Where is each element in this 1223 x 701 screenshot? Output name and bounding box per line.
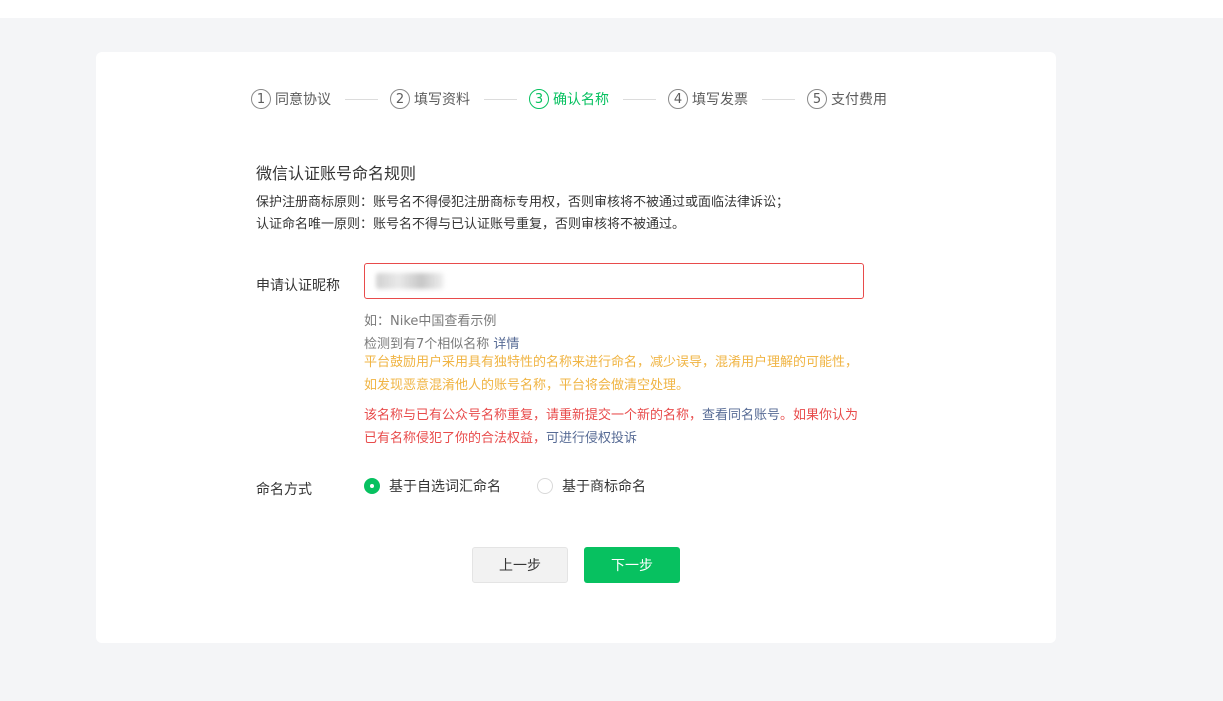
step-5-label: 支付费用 — [831, 92, 887, 108]
step-1: 1 同意协议 — [251, 89, 331, 109]
step-connector — [762, 98, 795, 100]
radio-unchecked-icon — [537, 478, 553, 494]
step-connector — [484, 98, 517, 100]
similar-details-link[interactable]: 详情 — [493, 337, 519, 352]
radio-custom-words-label: 基于自选词汇命名 — [389, 479, 501, 495]
step-connector — [345, 98, 378, 100]
main-card: 1 同意协议 2 填写资料 3 确认名称 4 填写发票 5 支付费用 微信认证账… — [96, 52, 1056, 643]
rule-unique: 认证命名唯一原则：账号名不得与已认证账号重复，否则审核将不被通过。 — [256, 217, 686, 232]
radio-checked-icon — [364, 478, 380, 494]
step-4-label: 填写发票 — [692, 92, 748, 108]
infringement-complaint-link[interactable]: 可进行侵权投诉 — [546, 431, 637, 446]
duplicate-error-text-tail: 。如果你认为 — [780, 408, 859, 423]
step-4-number: 4 — [668, 89, 688, 109]
infringement-text: 已有名称侵犯了你的合法权益， — [364, 431, 547, 446]
nickname-label: 申请认证昵称 — [256, 278, 340, 294]
similar-names-hint: 检测到有7个相似名称 详情 — [364, 333, 519, 352]
step-3-label: 确认名称 — [553, 92, 609, 108]
step-5-number: 5 — [807, 89, 827, 109]
step-4: 4 填写发票 — [668, 89, 748, 109]
step-1-number: 1 — [251, 89, 271, 109]
duplicate-error-line-1: 该名称与已有公众号名称重复，请重新提交一个新的名称，查看同名账号。如果你认为 — [364, 404, 858, 427]
similar-names-text: 检测到有7个相似名称 — [364, 337, 490, 352]
step-1-label: 同意协议 — [275, 92, 331, 108]
radio-trademark-label: 基于商标命名 — [562, 479, 646, 495]
radio-custom-words[interactable]: 基于自选词汇命名 — [364, 476, 501, 496]
rules-title: 微信认证账号命名规则 — [256, 164, 417, 183]
next-step-button[interactable]: 下一步 — [584, 547, 680, 583]
naming-method-radio-group: 基于自选词汇命名 基于商标命名 — [364, 476, 682, 496]
step-2: 2 填写资料 — [390, 89, 470, 109]
redacted-name-value — [376, 273, 444, 289]
step-connector — [623, 98, 656, 100]
naming-method-label: 命名方式 — [256, 482, 312, 498]
step-2-number: 2 — [390, 89, 410, 109]
naming-warning-line-1: 平台鼓励用户采用具有独特性的名称来进行命名，减少误导，混淆用户理解的可能性， — [364, 355, 859, 370]
step-3-number: 3 — [529, 89, 549, 109]
radio-trademark[interactable]: 基于商标命名 — [537, 476, 646, 496]
step-3: 3 确认名称 — [529, 89, 609, 109]
example-hint: 如：Nike中国查看示例 — [364, 314, 497, 329]
duplicate-error-text: 该名称与已有公众号名称重复，请重新提交一个新的名称， — [364, 408, 703, 423]
step-progress: 1 同意协议 2 填写资料 3 确认名称 4 填写发票 5 支付费用 — [251, 88, 887, 110]
rule-trademark: 保护注册商标原则：账号名不得侵犯注册商标专用权，否则审核将不被通过或面临法律诉讼… — [256, 195, 790, 210]
naming-warning-line-2: 如发现恶意混淆他人的账号名称，平台将会做清空处理。 — [364, 378, 690, 393]
top-bar — [0, 0, 1223, 18]
previous-step-button[interactable]: 上一步 — [472, 547, 568, 583]
step-2-label: 填写资料 — [414, 92, 470, 108]
step-5: 5 支付费用 — [807, 89, 887, 109]
duplicate-error-line-2: 已有名称侵犯了你的合法权益，可进行侵权投诉 — [364, 427, 637, 450]
view-same-name-link[interactable]: 查看同名账号 — [702, 408, 780, 423]
